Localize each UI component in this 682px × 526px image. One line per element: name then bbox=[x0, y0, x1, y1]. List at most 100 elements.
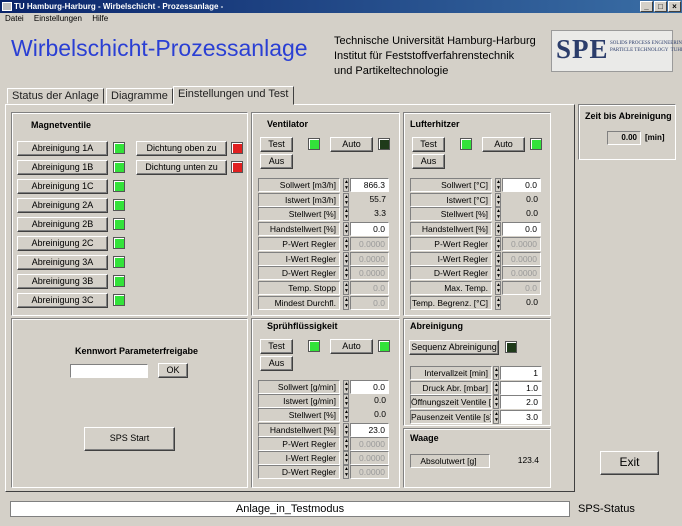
lufterhitzer-spinner[interactable]: ▲ ▼ bbox=[495, 222, 501, 237]
spruehfluessigkeit-spinner[interactable]: ▲ ▼ bbox=[343, 451, 349, 465]
sequenz-abreinigung-button[interactable]: Sequenz Abreinigung bbox=[409, 340, 499, 355]
ventilator-row-label: Handstellwert [%] bbox=[258, 222, 340, 237]
abreinigung-6-button[interactable]: Abreinigung 2C bbox=[17, 236, 108, 251]
spruehfluessigkeit-row-value[interactable]: 0.0 bbox=[350, 380, 389, 394]
spruehfluessigkeit-spinner[interactable]: ▲ ▼ bbox=[343, 436, 349, 451]
ventilator-aus-button[interactable]: Aus bbox=[260, 154, 293, 169]
tab-status[interactable]: Status der Anlage bbox=[7, 88, 104, 104]
abreinigung-9-button[interactable]: Abreinigung 3C bbox=[17, 293, 108, 308]
abreinigung-8-button[interactable]: Abreinigung 3B bbox=[17, 274, 108, 289]
abreinigung-param-value[interactable]: 3.0 bbox=[500, 409, 542, 424]
logo-text: SPE bbox=[556, 34, 609, 64]
abreinigung-param-spinner[interactable]: ▲ ▼ bbox=[493, 380, 499, 395]
abreinigung-2-button[interactable]: Abreinigung 1B bbox=[17, 160, 108, 175]
ventilator-spinner[interactable]: ▲ ▼ bbox=[343, 280, 349, 295]
spruehfluessigkeit-spinner[interactable]: ▲ ▼ bbox=[343, 465, 349, 480]
lufterhitzer-spinner[interactable]: ▲ ▼ bbox=[495, 280, 501, 295]
kennwort-group bbox=[11, 318, 248, 488]
minimize-button[interactable]: _ bbox=[640, 1, 653, 12]
ventilator-spinner[interactable]: ▲ ▼ bbox=[343, 295, 349, 310]
lufterhitzer-spinner[interactable]: ▲ ▼ bbox=[495, 178, 501, 192]
spruehfluessigkeit-test-led bbox=[308, 340, 320, 352]
tab-diagramme[interactable]: Diagramme bbox=[106, 88, 173, 104]
ventilator-spinner[interactable]: ▲ ▼ bbox=[343, 207, 349, 222]
abreinigung-4-led bbox=[113, 199, 125, 211]
spruehfluessigkeit-test-button[interactable]: Test bbox=[260, 339, 293, 354]
menu-datei[interactable]: Datei bbox=[5, 14, 24, 23]
lufterhitzer-spinner[interactable]: ▲ ▼ bbox=[495, 192, 501, 207]
lufterhitzer-row-value: 0.0 bbox=[502, 207, 541, 222]
spruehfluessigkeit-aus-button[interactable]: Aus bbox=[260, 356, 293, 371]
ventilator-row-value: 0.0000 bbox=[350, 266, 389, 281]
absolutwert-value: 123.4 bbox=[494, 454, 542, 468]
spruehfluessigkeit-row-label: Istwert [g/min] bbox=[258, 394, 340, 409]
dichtung-unten-button[interactable]: Dichtung unten zu bbox=[136, 160, 227, 175]
abreinigung-1-led bbox=[113, 142, 125, 154]
spruehfluessigkeit-auto-button[interactable]: Auto bbox=[330, 339, 373, 354]
dichtung-oben-button[interactable]: Dichtung oben zu bbox=[136, 141, 227, 156]
lufterhitzer-row-label: Istwert [°C] bbox=[410, 192, 492, 207]
password-input[interactable] bbox=[70, 364, 148, 378]
abreinigung-param-spinner[interactable]: ▲ ▼ bbox=[493, 395, 499, 409]
abreinigung-param-value[interactable]: 2.0 bbox=[500, 395, 542, 409]
lufterhitzer-spinner[interactable]: ▲ ▼ bbox=[495, 266, 501, 281]
abreinigung-param-label: Öffnungszeit Ventile [s] bbox=[410, 395, 492, 409]
abreinigung-5-led bbox=[113, 218, 125, 230]
lufterhitzer-spinner[interactable]: ▲ ▼ bbox=[495, 207, 501, 222]
ventilator-row-value[interactable]: 0.0 bbox=[350, 222, 389, 237]
close-button[interactable]: × bbox=[668, 1, 681, 12]
institution-line-2: Institut für Feststoffverfahrenstechnik bbox=[334, 50, 515, 62]
lufterhitzer-spinner[interactable]: ▲ ▼ bbox=[495, 295, 501, 310]
ventilator-row-label: Sollwert [m3/h] bbox=[258, 178, 340, 192]
ventilator-auto-button[interactable]: Auto bbox=[330, 137, 373, 152]
spruehfluessigkeit-row-value[interactable]: 23.0 bbox=[350, 422, 389, 437]
abreinigung-param-spinner[interactable]: ▲ ▼ bbox=[493, 409, 499, 424]
abreinigung-4-button[interactable]: Abreinigung 2A bbox=[17, 198, 108, 213]
abreinigung-7-led bbox=[113, 256, 125, 268]
tab-einstellungen[interactable]: Einstellungen und Test bbox=[173, 86, 294, 105]
abreinigung-1-button[interactable]: Abreinigung 1A bbox=[17, 141, 108, 156]
ventilator-spinner[interactable]: ▲ ▼ bbox=[343, 236, 349, 251]
lufterhitzer-auto-button[interactable]: Auto bbox=[482, 137, 525, 152]
abreinigung-param-spinner[interactable]: ▲ ▼ bbox=[493, 366, 499, 380]
ventilator-row-value: 55.7 bbox=[350, 192, 389, 207]
lufterhitzer-aus-button[interactable]: Aus bbox=[412, 154, 445, 169]
ventilator-row-value[interactable]: 866.3 bbox=[350, 178, 389, 192]
sps-start-button[interactable]: SPS Start bbox=[84, 427, 175, 451]
lufterhitzer-spinner[interactable]: ▲ ▼ bbox=[495, 236, 501, 251]
lufterhitzer-spinner[interactable]: ▲ ▼ bbox=[495, 251, 501, 266]
spruehfluessigkeit-spinner[interactable]: ▲ ▼ bbox=[343, 408, 349, 423]
ventilator-test-button[interactable]: Test bbox=[260, 137, 293, 152]
maximize-button[interactable]: □ bbox=[654, 1, 667, 12]
abreinigung-param-value[interactable]: 1.0 bbox=[500, 380, 542, 395]
menu-bar: Datei Einstellungen Hilfe bbox=[0, 13, 682, 25]
spruehfluessigkeit-row-label: D-Wert Regler bbox=[258, 465, 340, 480]
abreinigung-7-button[interactable]: Abreinigung 3A bbox=[17, 255, 108, 270]
spruehfluessigkeit-spinner[interactable]: ▲ ▼ bbox=[343, 394, 349, 409]
abreinigung-param-label: Intervallzeit [min] bbox=[410, 366, 492, 380]
lufterhitzer-row-value[interactable]: 0.0 bbox=[502, 222, 541, 237]
ventilator-spinner[interactable]: ▲ ▼ bbox=[343, 266, 349, 281]
spruehfluessigkeit-spinner[interactable]: ▲ ▼ bbox=[343, 422, 349, 437]
menu-einstellungen[interactable]: Einstellungen bbox=[34, 14, 82, 23]
logo-subtext: SOLIDS PROCESS ENGINEERING & PARTICLE TE… bbox=[610, 41, 682, 53]
menu-hilfe[interactable]: Hilfe bbox=[92, 14, 108, 23]
ventilator-spinner[interactable]: ▲ ▼ bbox=[343, 251, 349, 266]
abreinigung-3-button[interactable]: Abreinigung 1C bbox=[17, 179, 108, 194]
ok-button[interactable]: OK bbox=[158, 363, 188, 378]
ventilator-spinner[interactable]: ▲ ▼ bbox=[343, 178, 349, 192]
lufterhitzer-row-label: Max. Temp. bbox=[410, 280, 492, 295]
spruehfluessigkeit-spinner[interactable]: ▲ ▼ bbox=[343, 380, 349, 394]
zeit-unit: [min] bbox=[645, 133, 665, 142]
abreinigung-5-button[interactable]: Abreinigung 2B bbox=[17, 217, 108, 232]
spruehfluessigkeit-row-value: 0.0000 bbox=[350, 465, 389, 480]
abreinigung-param-value[interactable]: 1 bbox=[500, 366, 542, 380]
exit-button[interactable]: Exit bbox=[600, 451, 659, 475]
institution-line-3: und Partikeltechnologie bbox=[334, 65, 449, 77]
ventilator-spinner[interactable]: ▲ ▼ bbox=[343, 192, 349, 207]
lufterhitzer-row-value[interactable]: 0.0 bbox=[502, 178, 541, 192]
lufterhitzer-row-label: P-Wert Regler bbox=[410, 236, 492, 251]
ventilator-spinner[interactable]: ▲ ▼ bbox=[343, 222, 349, 237]
lufterhitzer-test-button[interactable]: Test bbox=[412, 137, 445, 152]
zeit-title: Zeit bis Abreinigung bbox=[585, 111, 672, 121]
